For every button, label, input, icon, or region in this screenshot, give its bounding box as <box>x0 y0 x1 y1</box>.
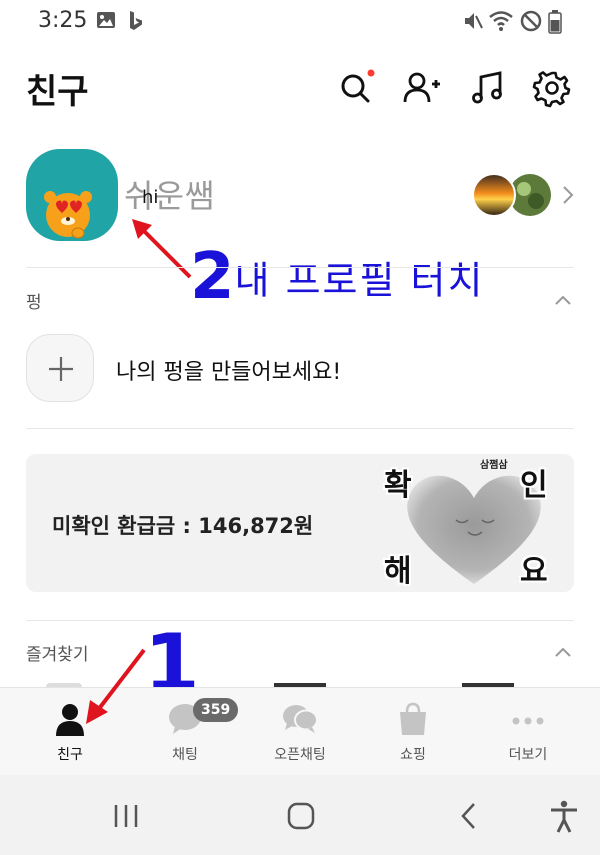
tab-shopping-label: 쇼핑 <box>400 747 426 763</box>
chat-unread-badge: 359 <box>193 698 239 722</box>
profile-music-thumbnails[interactable] <box>472 173 552 217</box>
search-icon <box>341 69 375 103</box>
music-icon <box>472 71 502 104</box>
chevron-up-icon[interactable] <box>554 294 572 306</box>
system-navigation-bar <box>0 775 600 855</box>
banner-word-3: 해 <box>384 554 412 589</box>
page-title: 친구 <box>26 72 89 112</box>
annotation-step2: 2내 프로필 터치 <box>190 240 484 314</box>
battery-icon <box>548 10 562 34</box>
ryan-character-icon <box>44 191 92 239</box>
music-button[interactable] <box>468 68 508 108</box>
add-friend-button[interactable] <box>402 68 442 108</box>
annotation-step2-text: 내 프로필 터치 <box>234 258 485 303</box>
divider <box>26 267 574 268</box>
tab-friends-label: 친구 <box>57 747 83 763</box>
refund-banner-art: 삼쩜삼 확 인 해 요 <box>374 454 574 592</box>
settings-button[interactable] <box>532 68 572 108</box>
tab-open-chat-label: 오픈채팅 <box>274 747 326 763</box>
add-pung-button[interactable] <box>26 334 94 402</box>
add-friend-icon <box>403 72 440 103</box>
tab-more-label: 더보기 <box>508 747 548 763</box>
recent-apps-icon[interactable] <box>108 799 144 833</box>
refund-ad-banner[interactable]: 미확인 환급금 : 146,872원 삼쩜삼 확 인 해 요 <box>26 454 574 592</box>
more-dots-icon <box>512 717 544 725</box>
no-disturb-icon <box>520 10 542 32</box>
image-icon <box>97 12 115 28</box>
refund-brand-label: 삼쩜삼 <box>480 460 508 471</box>
chevron-right-icon <box>563 186 574 204</box>
refund-banner-text: 미확인 환급금 : 146,872원 <box>52 514 314 538</box>
avatar[interactable] <box>26 149 118 241</box>
divider <box>26 428 574 429</box>
annotation-arrow-1 <box>86 648 146 724</box>
back-icon[interactable] <box>452 799 488 833</box>
tab-chats-label: 채팅 <box>172 747 198 763</box>
banner-word-2: 인 <box>520 468 548 503</box>
home-icon[interactable] <box>283 799 319 833</box>
pung-cta-text[interactable]: 나의 펑을 만들어보세요! <box>116 354 341 386</box>
tab-more[interactable]: 더보기 <box>468 688 588 776</box>
divider <box>26 620 574 621</box>
chevron-up-icon[interactable] <box>554 646 572 658</box>
status-time: 3:25 <box>38 8 88 33</box>
bing-icon <box>130 11 142 30</box>
wifi-icon <box>489 11 513 31</box>
shopping-bag-icon <box>400 702 426 735</box>
tab-open-chat[interactable]: 오픈채팅 <box>240 688 360 776</box>
notification-dot <box>367 69 375 77</box>
mute-icon <box>465 13 483 29</box>
plus-icon <box>49 357 73 381</box>
accessibility-icon[interactable] <box>546 799 582 833</box>
header: 친구 <box>0 42 600 137</box>
search-button[interactable] <box>336 68 376 108</box>
open-chat-icon <box>283 705 318 733</box>
banner-word-1: 확 <box>384 468 412 503</box>
pung-section-label: 펑 <box>26 293 42 313</box>
annotation-step2-number: 2 <box>190 240 235 314</box>
settings-icon <box>532 71 571 108</box>
tab-shopping[interactable]: 쇼핑 <box>353 688 473 776</box>
status-bar: 3:25 <box>0 0 600 42</box>
banner-word-4: 요 <box>520 554 548 589</box>
